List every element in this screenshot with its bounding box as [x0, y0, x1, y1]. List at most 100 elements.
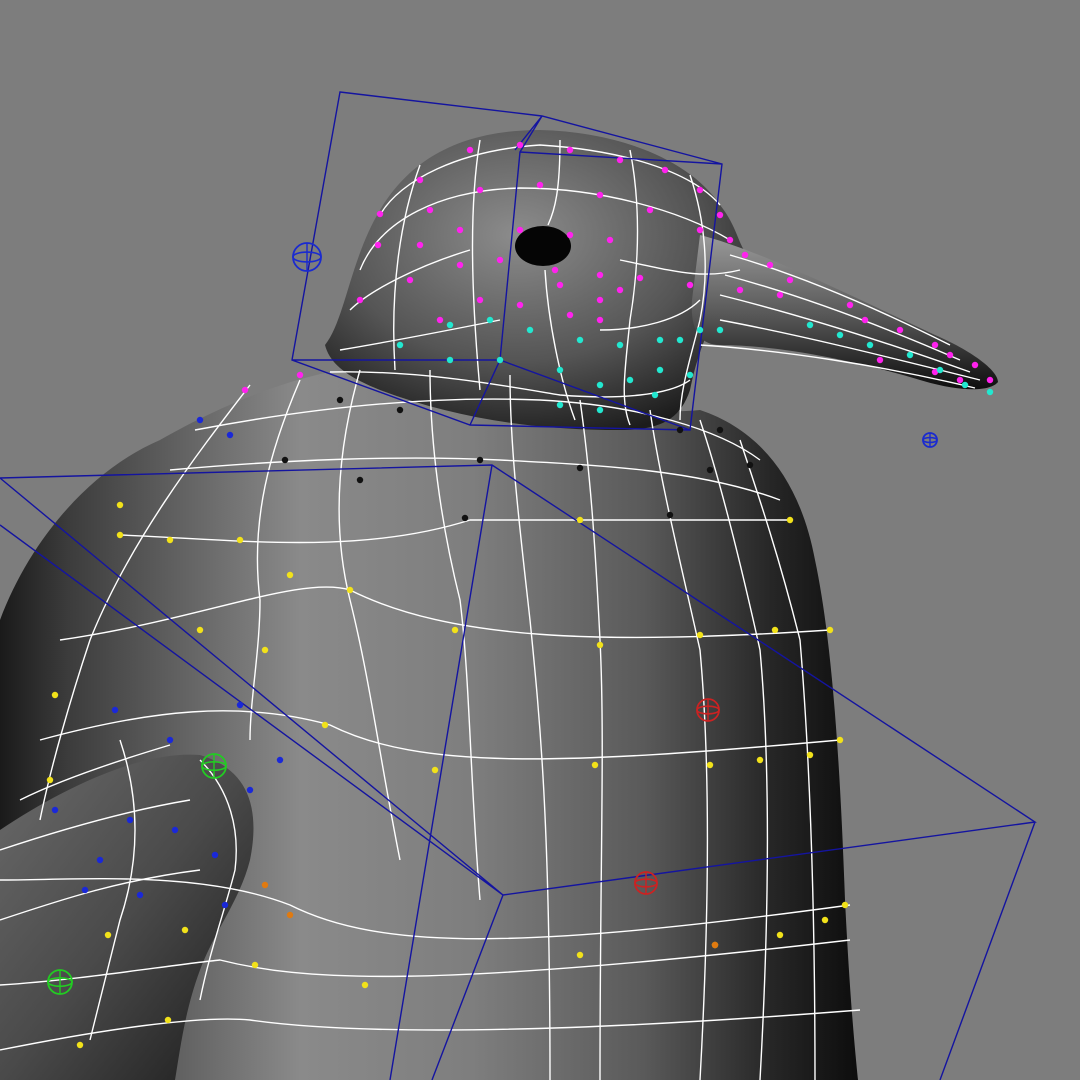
cluster-vertex-neck: [526, 326, 534, 334]
cluster-vertex-head: [456, 261, 464, 269]
beak-locator-handle[interactable]: [922, 432, 938, 448]
cluster-vertex-body: [286, 571, 294, 579]
cluster-vertex-head: [296, 371, 304, 379]
cluster-vertex-body: [346, 586, 354, 594]
cluster-vertex-flipper: [246, 786, 254, 794]
cluster-vertex-head: [596, 296, 604, 304]
cluster-vertex-flipper: [236, 701, 244, 709]
cluster-vertex-body: [786, 516, 794, 524]
cluster-vertex-neck: [716, 326, 724, 334]
cluster-vertex-head: [696, 186, 704, 194]
cluster-vertex-collar: [676, 426, 684, 434]
cluster-vertex-body: [236, 536, 244, 544]
cluster-vertex-head: [376, 210, 384, 218]
cluster-vertex-head: [596, 191, 604, 199]
cluster-vertex-neck: [486, 316, 494, 324]
cluster-vertex-head: [616, 156, 624, 164]
cluster-vertex-body: [76, 1041, 84, 1049]
cluster-vertex-head: [551, 266, 559, 274]
cluster-vertex-flipper: [51, 806, 59, 814]
cluster-vertex-head: [876, 356, 884, 364]
cluster-vertex-neck: [396, 341, 404, 349]
cluster-vertex-head: [931, 341, 939, 349]
cluster-vertex-neck: [576, 336, 584, 344]
cluster-vertex-neck: [616, 341, 624, 349]
cluster-vertex-head: [496, 256, 504, 264]
cluster-vertex-body: [451, 626, 459, 634]
cluster-vertex-neck: [686, 371, 694, 379]
cluster-vertex-head: [636, 274, 644, 282]
cluster-vertex-body: [116, 501, 124, 509]
cluster-vertex-collar: [461, 514, 469, 522]
cluster-vertex-head: [776, 291, 784, 299]
cluster-vertex-head: [516, 141, 524, 149]
cluster-vertex-body: [696, 631, 704, 639]
scene-canvas[interactable]: [0, 0, 1080, 1080]
cluster-vertex-neck: [446, 321, 454, 329]
cluster-vertex-neck: [986, 388, 994, 396]
cluster-vertex-neck: [651, 391, 659, 399]
cluster-vertex-head: [536, 181, 544, 189]
cluster-vertex-neck: [961, 381, 969, 389]
cluster-vertex-head: [596, 316, 604, 324]
cluster-vertex-collar: [336, 396, 344, 404]
cluster-vertex-head: [516, 226, 524, 234]
cluster-vertex-body: [771, 626, 779, 634]
cluster-vertex-body: [576, 516, 584, 524]
cluster-vertex-head: [736, 286, 744, 294]
cluster-vertex-body: [841, 901, 849, 909]
3d-viewport[interactable]: [0, 0, 1080, 1080]
cluster-vertex-head: [406, 276, 414, 284]
cluster-vertex-neck: [626, 376, 634, 384]
cluster-vertex-neck: [836, 331, 844, 339]
cluster-vertex-head: [436, 316, 444, 324]
cluster-vertex-neck: [656, 366, 664, 374]
cluster-vertex-body: [321, 721, 329, 729]
cluster-vertex-head: [646, 206, 654, 214]
cluster-vertex-head: [971, 361, 979, 369]
penguin-head[interactable]: [325, 130, 752, 430]
cluster-vertex-flipper: [226, 431, 234, 439]
cluster-vertex-head: [516, 301, 524, 309]
cluster-vertex-head: [956, 376, 964, 384]
cluster-vertex-body: [361, 981, 369, 989]
cluster-vertex-flipper: [166, 736, 174, 744]
cluster-vertex-neck: [806, 321, 814, 329]
cluster-vertex-head: [686, 281, 694, 289]
cluster-vertex-flipper: [96, 856, 104, 864]
cluster-vertex-collar: [356, 476, 364, 484]
cluster-vertex-head: [741, 251, 749, 259]
cluster-vertex-body: [196, 626, 204, 634]
penguin-eye[interactable]: [515, 226, 571, 266]
cluster-vertex-head: [616, 286, 624, 294]
cluster-vertex-head: [726, 236, 734, 244]
cluster-vertex-body: [826, 626, 834, 634]
cluster-vertex-collar: [746, 461, 754, 469]
cluster-vertex-body: [776, 931, 784, 939]
cluster-vertex-detail: [261, 881, 269, 889]
cluster-vertex-flipper: [111, 706, 119, 714]
cluster-vertex-head: [456, 226, 464, 234]
cluster-vertex-head: [696, 226, 704, 234]
cluster-vertex-body: [591, 761, 599, 769]
cluster-vertex-body: [181, 926, 189, 934]
cluster-vertex-body: [51, 691, 59, 699]
cluster-vertex-collar: [576, 464, 584, 472]
cluster-vertex-head: [766, 261, 774, 269]
cluster-vertex-neck: [866, 341, 874, 349]
head-joint-handle[interactable]: [292, 242, 322, 272]
cluster-vertex-body: [596, 641, 604, 649]
cluster-vertex-head: [356, 296, 364, 304]
cluster-vertex-neck: [656, 336, 664, 344]
cluster-vertex-flipper: [196, 416, 204, 424]
cluster-vertex-flipper: [211, 851, 219, 859]
cluster-vertex-neck: [696, 326, 704, 334]
cluster-vertex-head: [556, 281, 564, 289]
cluster-vertex-head: [476, 296, 484, 304]
cluster-vertex-flipper: [81, 886, 89, 894]
cluster-vertex-head: [416, 241, 424, 249]
cluster-vertex-head: [374, 241, 382, 249]
cluster-vertex-head: [861, 316, 869, 324]
cluster-vertex-body: [706, 761, 714, 769]
cluster-vertex-collar: [476, 456, 484, 464]
